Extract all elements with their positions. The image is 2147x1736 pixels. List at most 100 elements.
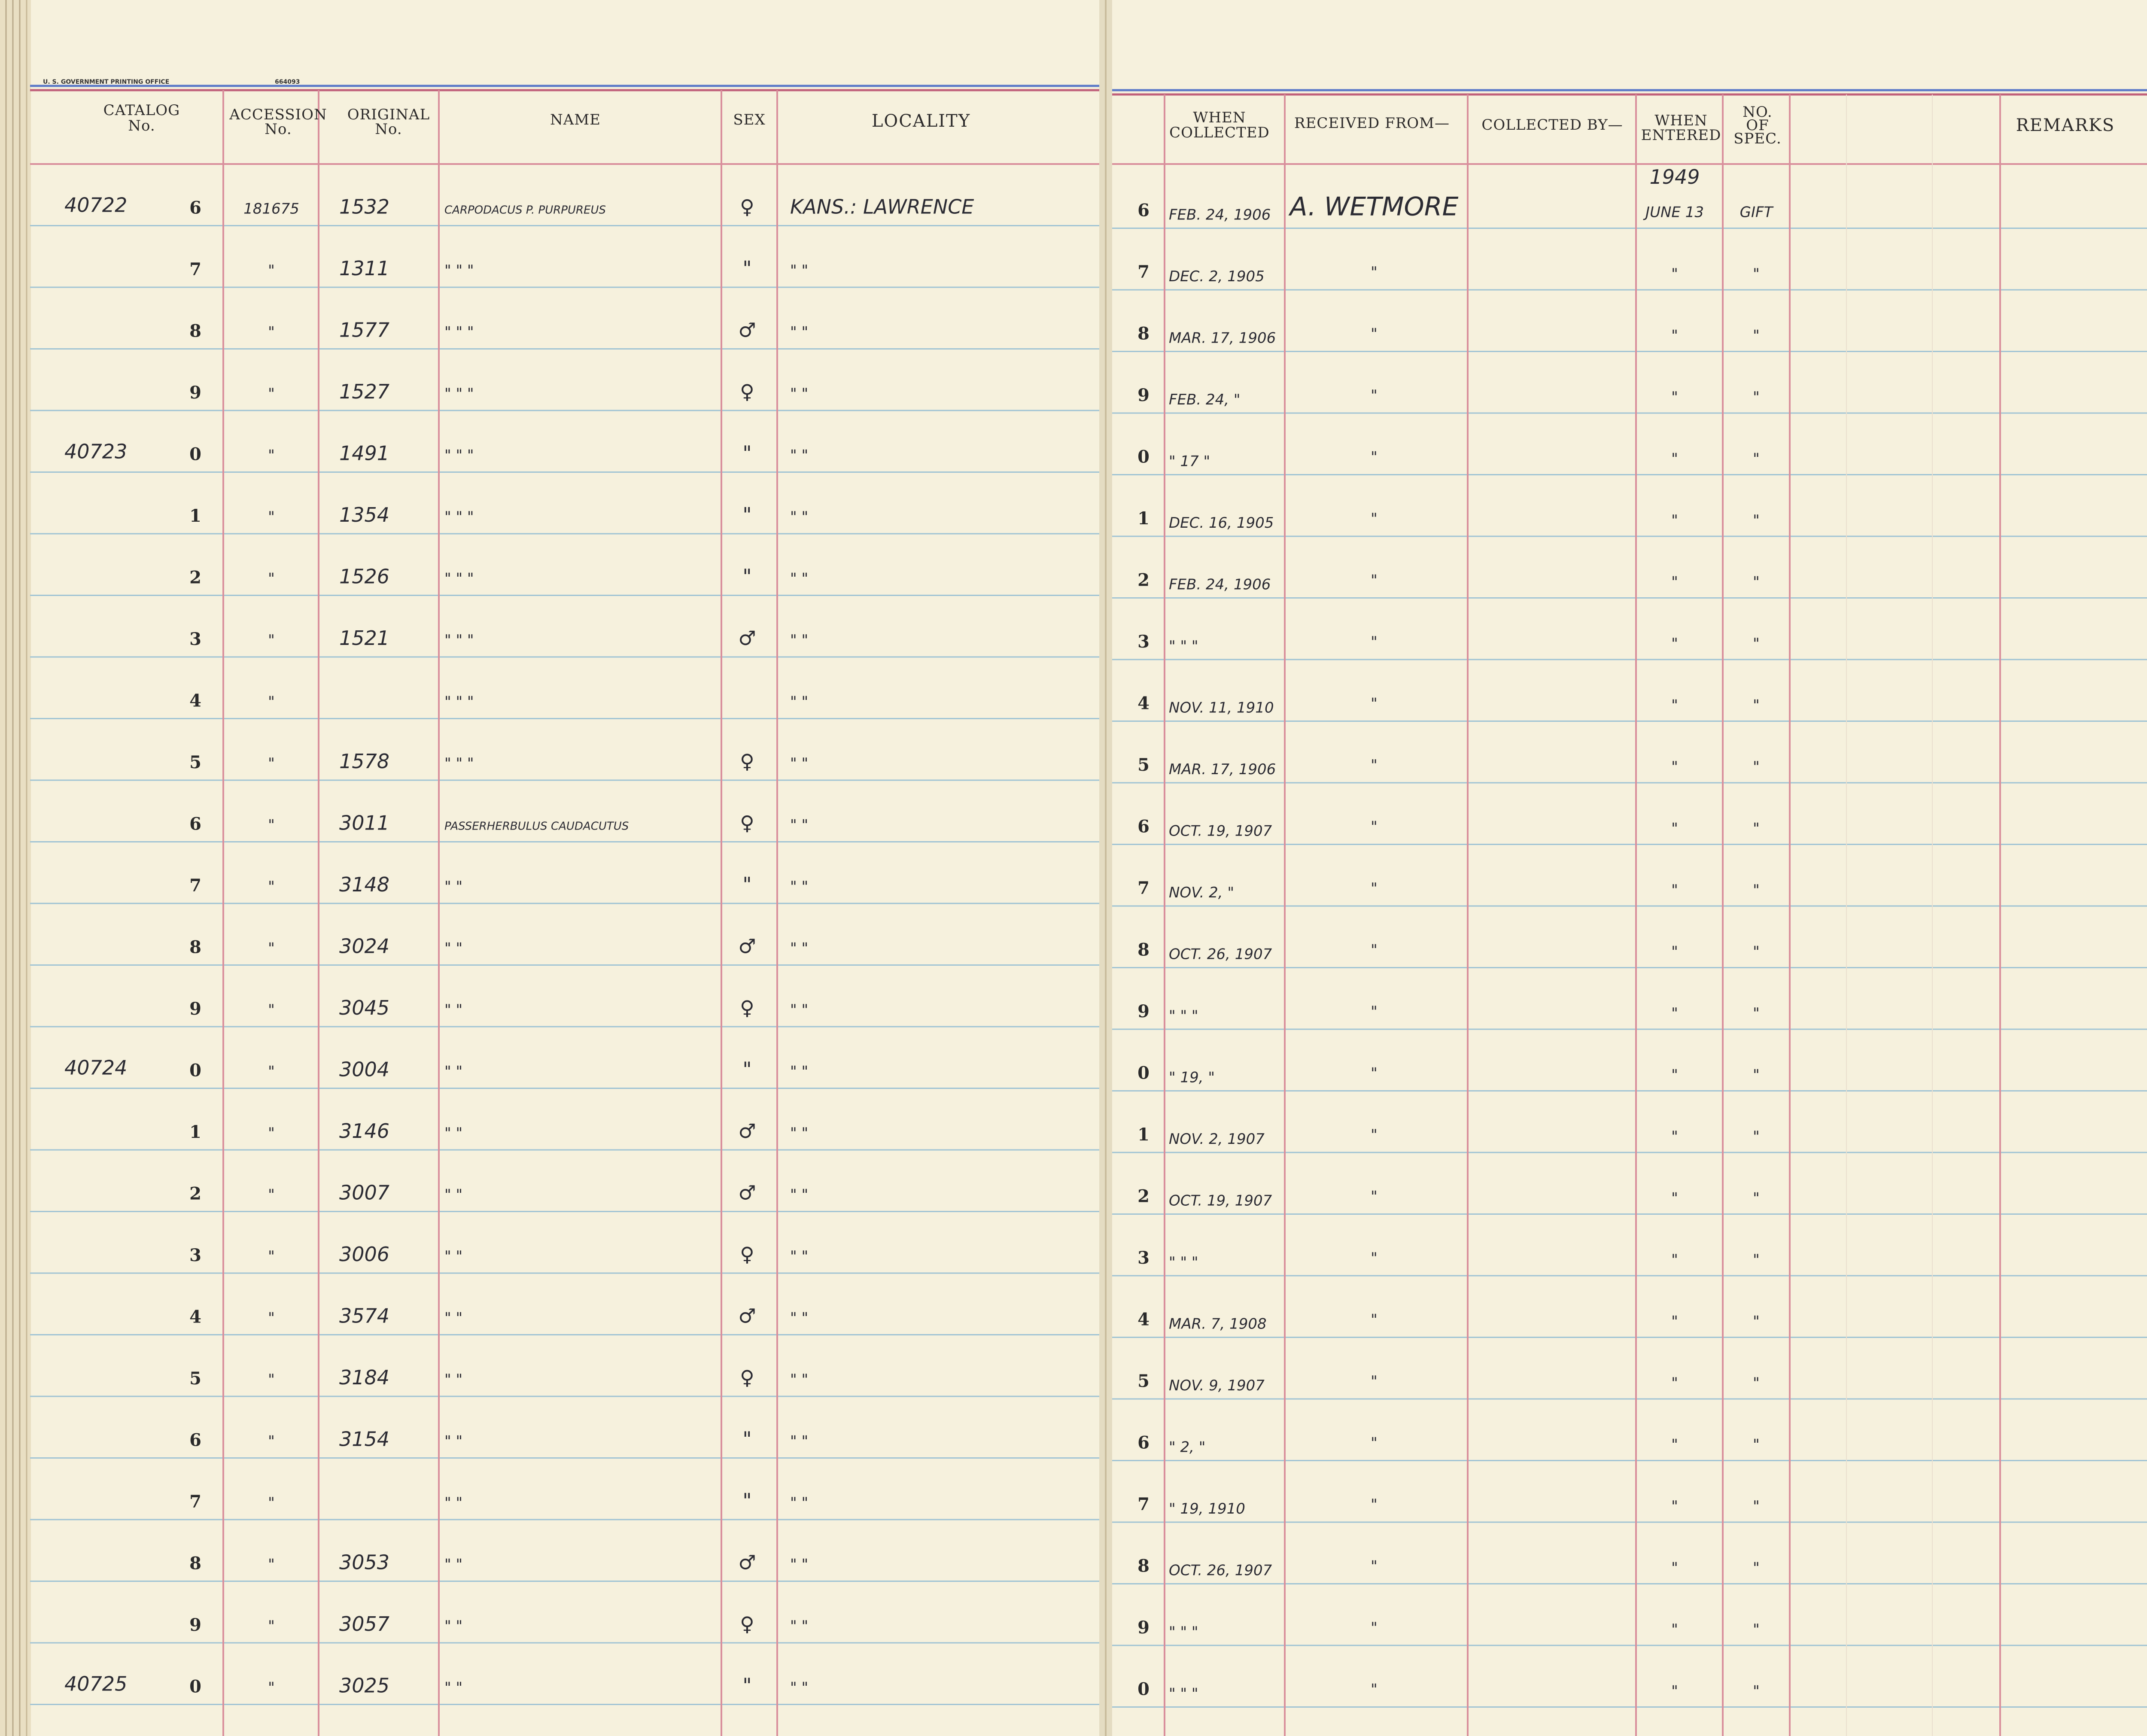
number-of-specimens: " bbox=[1753, 1067, 1760, 1084]
date-collected: NOV. 9, 1907 bbox=[1169, 1377, 1265, 1394]
header-no-spec-line3: SPEC. bbox=[1733, 130, 1782, 147]
accession-number: " bbox=[268, 262, 275, 279]
locality: " " bbox=[790, 385, 808, 402]
date-collected: NOV. 2, 1907 bbox=[1169, 1131, 1265, 1148]
date-collected: " 19, " bbox=[1169, 1069, 1215, 1086]
header-sex: SEX bbox=[733, 111, 765, 128]
date-collected: MAR. 7, 1908 bbox=[1169, 1316, 1267, 1333]
row-number-left: 9 bbox=[189, 1615, 201, 1635]
sex-symbol: ♀ bbox=[740, 812, 754, 835]
locality: " " bbox=[790, 1679, 808, 1696]
printer-imprint: U. S. GOVERNMENT PRINTING OFFICE bbox=[43, 79, 169, 85]
locality: " " bbox=[790, 262, 808, 279]
date-entered: " bbox=[1671, 1374, 1678, 1392]
sex-symbol: ♂ bbox=[738, 626, 756, 650]
header-catalog-line2: No. bbox=[128, 117, 155, 134]
received-from: " bbox=[1371, 633, 1378, 651]
right-page bbox=[1108, 0, 2147, 1736]
date-collected: MAR. 17, 1906 bbox=[1169, 761, 1276, 778]
received-from: " bbox=[1371, 449, 1378, 466]
row-number-left: 6 bbox=[189, 1430, 201, 1450]
date-collected: FEB. 24, 1906 bbox=[1169, 576, 1271, 593]
accession-number: " bbox=[268, 632, 275, 649]
date-entered: " bbox=[1671, 635, 1678, 652]
sex-symbol: ♀ bbox=[740, 195, 754, 219]
row-number-left: 7 bbox=[189, 259, 201, 280]
specimen-name: PASSERHERBULUS CAUDACUTUS bbox=[444, 820, 629, 833]
number-of-specimens: " bbox=[1753, 758, 1760, 775]
locality: KANS.: LAWRENCE bbox=[790, 195, 974, 219]
date-entered: " bbox=[1671, 758, 1678, 775]
header-original-line2: No. bbox=[375, 121, 402, 138]
specimen-name: " " bbox=[444, 1248, 462, 1265]
date-collected: NOV. 2, " bbox=[1169, 884, 1234, 901]
sex-symbol: " bbox=[742, 503, 751, 526]
locality: " " bbox=[790, 1371, 808, 1388]
row-number-right: 3 bbox=[1137, 1248, 1150, 1268]
number-of-specimens: " bbox=[1753, 1560, 1760, 1577]
header-name: NAME bbox=[550, 111, 601, 128]
date-entered: " bbox=[1671, 1128, 1678, 1145]
row-number-right: 6 bbox=[1137, 1433, 1150, 1453]
original-number: 1532 bbox=[339, 195, 389, 219]
specimen-name: " " " bbox=[444, 324, 474, 341]
locality: " " bbox=[790, 1248, 808, 1265]
original-number: 3007 bbox=[339, 1181, 389, 1204]
row-number-left: 3 bbox=[189, 629, 201, 649]
date-collected: DEC. 16, 1905 bbox=[1169, 514, 1274, 532]
sex-symbol: " bbox=[742, 257, 751, 280]
row-number-left: 1 bbox=[189, 506, 201, 526]
form-number: 664093 bbox=[275, 79, 300, 85]
accession-number: 181675 bbox=[243, 201, 299, 218]
row-number-right: 6 bbox=[1137, 201, 1150, 221]
received-from: " bbox=[1371, 757, 1378, 774]
specimen-name: " " bbox=[444, 1125, 462, 1142]
date-entered: " bbox=[1671, 512, 1678, 529]
date-collected: OCT. 26, 1907 bbox=[1169, 1562, 1272, 1579]
row-number-left: 0 bbox=[189, 1677, 201, 1697]
locality: " " bbox=[790, 1125, 808, 1142]
received-from: " bbox=[1371, 1558, 1378, 1575]
accession-number: " bbox=[268, 1063, 275, 1080]
date-collected: " 19, 1910 bbox=[1169, 1500, 1245, 1517]
date-collected: OCT. 26, 1907 bbox=[1169, 946, 1272, 963]
locality: " " bbox=[790, 1186, 808, 1204]
locality: " " bbox=[790, 447, 808, 464]
date-collected: " 2, " bbox=[1169, 1439, 1205, 1456]
date-entered: " bbox=[1671, 943, 1678, 961]
received-from: " bbox=[1371, 1188, 1378, 1205]
specimen-name: " " " bbox=[444, 508, 474, 526]
received-from: " bbox=[1371, 572, 1378, 589]
specimen-name: " " bbox=[444, 1494, 462, 1511]
date-entered: " bbox=[1671, 820, 1678, 837]
row-number-left: 4 bbox=[189, 1307, 201, 1327]
date-collected: OCT. 19, 1907 bbox=[1169, 823, 1272, 840]
locality: " " bbox=[790, 1494, 808, 1511]
date-collected: MAR. 17, 1906 bbox=[1169, 330, 1276, 347]
original-number: 3011 bbox=[339, 812, 389, 835]
specimen-name: " " bbox=[444, 1433, 462, 1450]
specimen-name: " " " bbox=[444, 570, 474, 587]
original-number: 3045 bbox=[339, 996, 389, 1019]
number-of-specimens: " bbox=[1753, 820, 1760, 837]
accession-number: " bbox=[268, 385, 275, 402]
row-number-left: 8 bbox=[189, 321, 201, 341]
date-entered: " bbox=[1671, 1560, 1678, 1577]
row-number-right: 6 bbox=[1137, 817, 1150, 837]
sex-symbol: ♂ bbox=[738, 1119, 756, 1143]
specimen-name: " " bbox=[444, 1556, 462, 1573]
catalog-number: 40723 bbox=[64, 440, 127, 463]
date-entered: JUNE 13 bbox=[1643, 204, 1704, 221]
date-entered: " bbox=[1671, 450, 1678, 468]
header-remarks: REMARKS bbox=[2016, 116, 2115, 135]
received-from: " bbox=[1371, 1250, 1378, 1267]
locality: " " bbox=[790, 1310, 808, 1327]
number-of-specimens: " bbox=[1753, 1374, 1760, 1392]
row-number-right: 2 bbox=[1137, 1186, 1150, 1207]
received-from: " bbox=[1371, 1619, 1378, 1636]
accession-number: " bbox=[268, 570, 275, 587]
specimen-name: " " bbox=[444, 1617, 462, 1635]
original-number: 3024 bbox=[339, 935, 389, 958]
accession-number: " bbox=[268, 878, 275, 895]
accession-number: " bbox=[268, 1494, 275, 1511]
